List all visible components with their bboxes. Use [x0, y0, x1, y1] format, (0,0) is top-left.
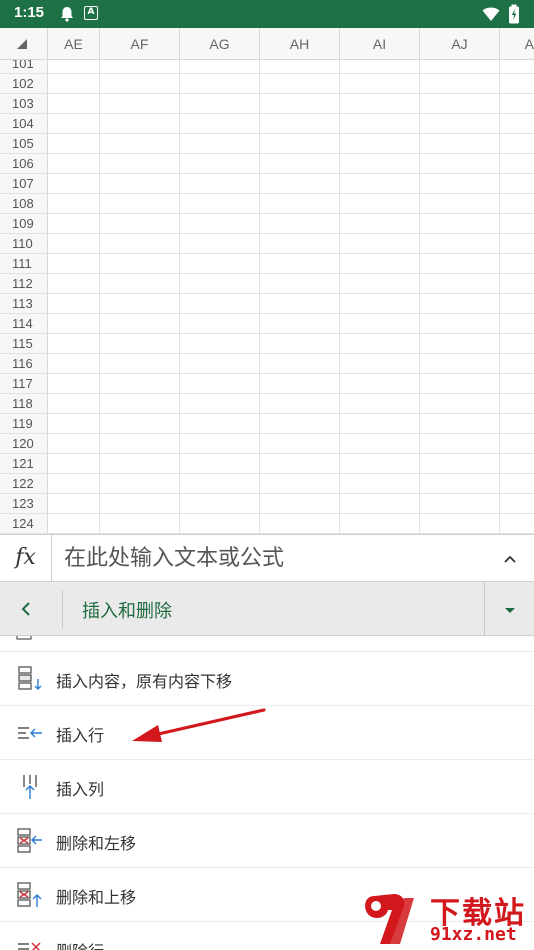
notification-bell-icon — [61, 7, 73, 22]
insert-shift-down-icon — [18, 666, 42, 690]
row-header[interactable]: 104 — [0, 114, 48, 134]
row-header[interactable]: 124 — [0, 514, 48, 534]
column-header-aj[interactable]: AJ — [420, 28, 500, 60]
fx-button[interactable]: fx — [0, 535, 52, 581]
insert-row-icon — [18, 727, 42, 739]
row-header[interactable]: 115 — [0, 334, 48, 354]
grid-row[interactable] — [48, 394, 534, 414]
row-header[interactable]: 119 — [0, 414, 48, 434]
delete-shift-up-icon — [17, 882, 42, 907]
menu-item-label: 插入列 — [56, 780, 105, 799]
row-header[interactable]: 105 — [0, 134, 48, 154]
row-header[interactable]: 120 — [0, 434, 48, 454]
row-header[interactable]: 122 — [0, 474, 48, 494]
grid-row[interactable] — [48, 514, 534, 534]
grid-row[interactable] — [48, 94, 534, 114]
menu-item-label: 插入行 — [56, 726, 105, 745]
row-header[interactable]: 107 — [0, 174, 48, 194]
row-header[interactable]: 113 — [0, 294, 48, 314]
chevron-up-icon[interactable] — [500, 549, 520, 569]
row-header[interactable]: 103 — [0, 94, 48, 114]
delete-row-icon — [18, 942, 41, 950]
row-header[interactable]: 110 — [0, 234, 48, 254]
row-header[interactable]: 121 — [0, 454, 48, 474]
row-header[interactable]: 108 — [0, 194, 48, 214]
menu-item-label: 删除和左移 — [56, 834, 137, 853]
column-header-ai[interactable]: AI — [340, 28, 420, 60]
wifi-icon — [482, 7, 500, 21]
grid-row[interactable] — [48, 314, 534, 334]
status-time: 1:15 — [14, 4, 45, 21]
spreadsheet-grid[interactable]: 101 102 103 104 105 106 107 108 109 110 111 112 113 1… — [0, 60, 534, 534]
menu-item-label: 插入内容，原有内容下移 — [56, 672, 233, 691]
row-header[interactable]: 106 — [0, 154, 48, 174]
menu-item-insert-column[interactable]: 插入列 — [0, 760, 534, 814]
row-header[interactable]: 111 — [0, 254, 48, 274]
column-header-bar: AE AF AG AH AI AJ A — [0, 28, 534, 60]
grid-row[interactable] — [48, 254, 534, 274]
column-header-ah[interactable]: AH — [260, 28, 340, 60]
menu-item-insert-shift-down[interactable]: 插入内容，原有内容下移 — [0, 652, 534, 706]
column-header-af[interactable]: AF — [100, 28, 180, 60]
grid-row[interactable] — [48, 494, 534, 514]
row-header[interactable]: 101 — [0, 60, 48, 74]
row-header[interactable]: 102 — [0, 74, 48, 94]
delete-shift-left-icon — [17, 828, 42, 853]
grid-row[interactable] — [48, 74, 534, 94]
row-header[interactable]: 112 — [0, 274, 48, 294]
row-header[interactable]: 114 — [0, 314, 48, 334]
grid-row[interactable] — [48, 60, 534, 74]
grid-row[interactable] — [48, 474, 534, 494]
grid-row[interactable] — [48, 134, 534, 154]
grid-row[interactable] — [48, 434, 534, 454]
grid-row[interactable] — [48, 294, 534, 314]
grid-row[interactable] — [48, 234, 534, 254]
watermark-logo-icon — [365, 894, 414, 944]
insert-column-icon — [23, 775, 37, 799]
column-header-ae[interactable]: AE — [48, 28, 100, 60]
grid-row[interactable] — [48, 174, 534, 194]
select-all-corner[interactable] — [0, 28, 48, 60]
menu-item-delete-shift-left[interactable]: 删除和左移 — [0, 814, 534, 868]
menu-title: 插入和删除 — [82, 601, 172, 622]
select-all-triangle-icon — [17, 39, 27, 49]
status-bar: 1:15 A — [0, 0, 534, 28]
row-header[interactable]: 109 — [0, 214, 48, 234]
row-header[interactable]: 116 — [0, 354, 48, 374]
grid-row[interactable] — [48, 214, 534, 234]
back-chevron-icon[interactable] — [14, 597, 38, 621]
battery-charging-icon — [509, 4, 519, 24]
menu-header: 插入和删除 — [0, 582, 534, 636]
menu-item-label: 删除和上移 — [56, 888, 137, 907]
menu-item-label: 删除行 — [56, 938, 104, 950]
annotation-arrow-icon — [132, 708, 266, 742]
formula-input[interactable] — [64, 539, 484, 577]
a-app-icon: A — [84, 6, 98, 20]
column-header-ag[interactable]: AG — [180, 28, 260, 60]
grid-row[interactable] — [48, 274, 534, 294]
watermark: 下载站 91xz.net — [360, 886, 534, 950]
grid-row[interactable] — [48, 454, 534, 474]
row-header[interactable]: 118 — [0, 394, 48, 414]
grid-row[interactable] — [48, 194, 534, 214]
grid-row[interactable] — [48, 354, 534, 374]
list-item-partial — [0, 636, 534, 652]
grid-row[interactable] — [48, 114, 534, 134]
grid-row[interactable] — [48, 374, 534, 394]
grid-row[interactable] — [48, 334, 534, 354]
grid-row[interactable] — [48, 414, 534, 434]
row-header[interactable]: 123 — [0, 494, 48, 514]
watermark-url: 91xz.net — [430, 924, 517, 945]
grid-row[interactable] — [48, 154, 534, 174]
formula-bar: fx — [0, 534, 534, 582]
dropdown-triangle-icon[interactable] — [500, 600, 520, 620]
row-header[interactable]: 117 — [0, 374, 48, 394]
column-header-partial[interactable]: A — [500, 28, 534, 60]
